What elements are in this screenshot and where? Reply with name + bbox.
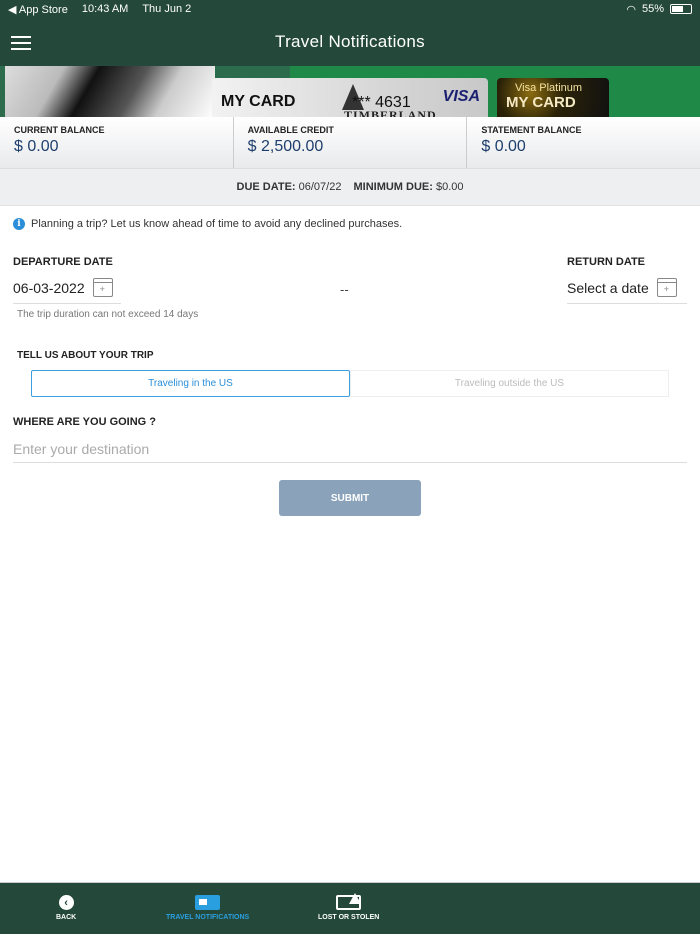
minimum-due-value: $0.00: [435, 181, 464, 193]
return-date-field[interactable]: Select a date: [567, 278, 687, 304]
status-date: Thu Jun 2: [142, 2, 192, 15]
battery-percent: 55%: [641, 3, 664, 15]
departure-date-value: 06-03-2022: [13, 279, 85, 296]
lost-stolen-icon: [336, 893, 362, 910]
date-separator: --: [340, 282, 349, 297]
selected-card[interactable]: MY CARD *** 4631 VISA TIMBERLAND: [212, 78, 488, 117]
due-bar: DUE DATE: 06/07/22 MINIMUM DUE: $0.00: [0, 169, 700, 206]
nav-bar: Travel Notifications: [0, 18, 700, 66]
info-text: Planning a trip? Let us know ahead of ti…: [31, 218, 403, 230]
tab-travel-notifications[interactable]: TRAVEL NOTIFICATIONS: [166, 895, 249, 921]
minimum-due-label: MINIMUM DUE:: [353, 181, 433, 193]
current-balance: CURRENT BALANCE $ 0.00: [0, 117, 233, 168]
calendar-icon[interactable]: [656, 278, 677, 297]
menu-icon[interactable]: [11, 36, 31, 50]
card-name: MY CARD: [221, 93, 296, 110]
status-time: 10:43 AM: [81, 2, 129, 15]
balance-label: CURRENT BALANCE: [14, 125, 105, 135]
due-date-value: 06/07/22: [298, 181, 342, 193]
card-carousel[interactable]: MY CARD *** 4631 VISA TIMBERLAND Visa Pl…: [0, 66, 700, 117]
balance-value: $ 0.00: [14, 138, 59, 155]
tab-label: BACK: [56, 914, 77, 921]
duration-hint: The trip duration can not exceed 14 days: [17, 309, 199, 320]
wifi-icon: ◠: [626, 3, 636, 16]
due-date-label: DUE DATE:: [236, 181, 296, 193]
travel-icon: [195, 895, 221, 910]
next-card-name: MY CARD: [506, 94, 576, 111]
trip-type-toggle: Traveling in the US Traveling outside th…: [31, 370, 669, 397]
tab-label: LOST OR STOLEN: [318, 914, 380, 921]
previous-card[interactable]: [5, 66, 215, 117]
destination-label: WHERE ARE YOU GOING ?: [13, 416, 157, 428]
balance-label: STATEMENT BALANCE: [481, 125, 582, 135]
available-credit: AVAILABLE CREDIT $ 2,500.00: [232, 117, 467, 168]
back-to-app-link[interactable]: ◀ App Store: [8, 3, 68, 16]
balance-value: $ 2,500.00: [247, 138, 324, 155]
balance-value: $ 0.00: [481, 138, 526, 155]
tab-back[interactable]: ‹ BACK: [56, 895, 76, 921]
return-date-label: RETURN DATE: [567, 256, 646, 268]
departure-date-field[interactable]: 06-03-2022: [13, 278, 121, 304]
return-date-value: Select a date: [567, 279, 649, 296]
bottom-tab-bar: ‹ BACK TRAVEL NOTIFICATIONS LOST OR STOL…: [0, 882, 700, 934]
tab-label: TRAVEL NOTIFICATIONS: [166, 914, 250, 921]
balance-label: AVAILABLE CREDIT: [247, 125, 334, 135]
next-card[interactable]: Visa Platinum MY CARD: [497, 78, 609, 117]
visa-logo: VISA: [442, 88, 480, 105]
next-card-subtitle: Visa Platinum: [515, 82, 583, 94]
page-title: Travel Notifications: [275, 32, 425, 51]
destination-input[interactable]: [13, 436, 687, 463]
trip-type-label: TELL US ABOUT YOUR TRIP: [17, 350, 154, 361]
info-banner: i Planning a trip? Let us know ahead of …: [13, 218, 402, 230]
info-icon: i: [13, 218, 25, 230]
balance-summary: CURRENT BALANCE $ 0.00 AVAILABLE CREDIT …: [0, 117, 700, 169]
status-bar: ◀ App Store 10:43 AM Thu Jun 2 ◠ 55%: [0, 0, 700, 18]
tab-lost-or-stolen[interactable]: LOST OR STOLEN: [318, 893, 380, 921]
submit-button[interactable]: SUBMIT: [279, 480, 421, 516]
departure-date-label: DEPARTURE DATE: [13, 256, 113, 268]
option-traveling-outside-us[interactable]: Traveling outside the US: [350, 370, 669, 397]
option-traveling-us[interactable]: Traveling in the US: [31, 370, 350, 397]
battery-icon: [670, 4, 692, 14]
statement-balance: STATEMENT BALANCE $ 0.00: [466, 117, 700, 168]
back-icon: ‹: [58, 895, 74, 910]
card-brand: TIMBERLAND: [344, 108, 437, 117]
calendar-icon[interactable]: [92, 278, 113, 297]
